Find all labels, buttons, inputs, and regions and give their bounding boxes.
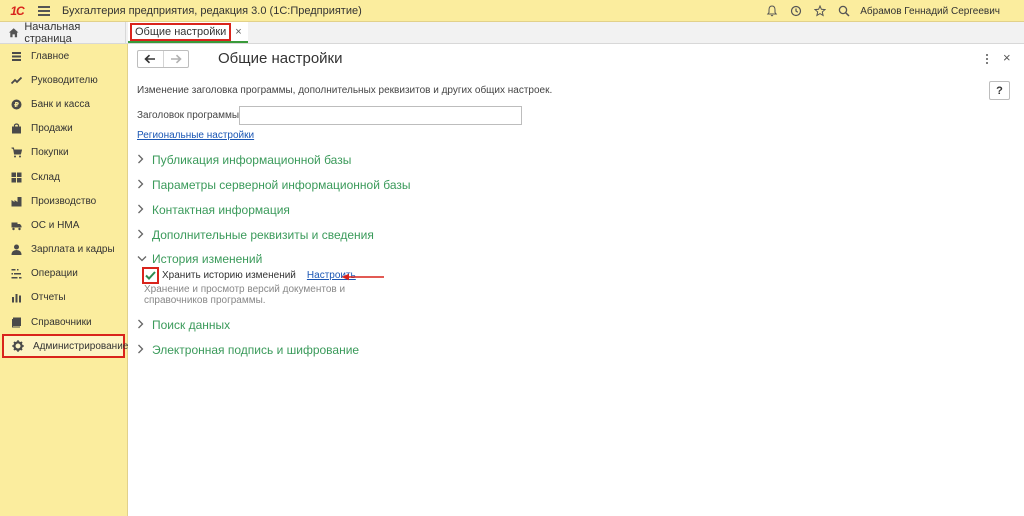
back-arrow-icon[interactable]: [138, 51, 164, 67]
home-icon: [8, 27, 19, 37]
regional-settings-link[interactable]: Региональные настройки: [137, 130, 254, 141]
svg-text:₽: ₽: [14, 101, 19, 109]
page-title: Общие настройки: [218, 50, 343, 67]
annotation-arrow-icon: [341, 273, 384, 281]
tab-home-label: Начальная страница: [24, 20, 81, 45]
form-description: Изменение заголовка программы, дополните…: [137, 85, 553, 96]
tab-home[interactable]: Начальная страница: [0, 20, 126, 45]
search-icon[interactable]: [832, 0, 856, 22]
section-digital-signature[interactable]: Электронная подпись и шифрование: [137, 343, 359, 357]
chevron-right-icon: [137, 319, 147, 332]
tab-bar: Начальная страница Общие настройки ×: [0, 20, 1024, 45]
section-additional-attributes[interactable]: Дополнительные реквизиты и сведения: [137, 228, 374, 242]
tab-general-settings-label[interactable]: Общие настройки: [130, 22, 232, 41]
sidebar-item-directories[interactable]: Справочники: [0, 310, 127, 334]
sidebar-item-reports[interactable]: Отчеты: [0, 286, 127, 310]
book-icon: [10, 316, 22, 328]
program-title-input[interactable]: [239, 106, 522, 125]
sidebar-item-main[interactable]: Главное: [0, 44, 127, 68]
person-icon: [10, 244, 22, 256]
history-checkbox-row: Хранить историю изменений Настроить: [142, 267, 356, 284]
trend-icon: [10, 74, 22, 86]
sidebar-item-warehouse[interactable]: Склад: [0, 165, 127, 189]
sidebar: Главное Руководителю ₽ Банк и касса Прод…: [0, 44, 128, 516]
sidebar-item-manager[interactable]: Руководителю: [0, 68, 127, 92]
sidebar-item-bank[interactable]: ₽ Банк и касса: [0, 92, 127, 116]
truck-icon: [10, 219, 22, 231]
chevron-right-icon: [137, 179, 147, 192]
sidebar-item-purchases[interactable]: Покупки: [0, 141, 127, 165]
sidebar-item-assets[interactable]: ОС и НМА: [0, 213, 127, 237]
section-publication[interactable]: Публикация информационной базы: [137, 153, 351, 167]
form-area: Общие настройки × ? Изменение заголовка …: [129, 44, 1024, 516]
chevron-right-icon: [137, 229, 147, 242]
bell-icon[interactable]: [760, 0, 784, 22]
close-icon[interactable]: ×: [1003, 50, 1011, 65]
sidebar-item-salary[interactable]: Зарплата и кадры: [0, 238, 127, 262]
nav-buttons: [137, 50, 189, 68]
coin-icon: ₽: [10, 98, 22, 110]
checkmark-icon: [145, 271, 156, 280]
app-title: Бухгалтерия предприятия, редакция 3.0 (1…: [62, 4, 362, 17]
store-history-label: Хранить историю изменений: [162, 270, 296, 281]
section-contact-info[interactable]: Контактная информация: [137, 203, 290, 217]
menu-icon[interactable]: [38, 5, 50, 16]
logo-1c: 1С: [10, 3, 24, 18]
tab-close-icon[interactable]: ×: [235, 26, 241, 38]
chevron-right-icon: [137, 204, 147, 217]
bar-chart-icon: [10, 292, 22, 304]
warehouse-icon: [10, 171, 22, 183]
section-change-history[interactable]: История изменений: [137, 252, 262, 266]
operations-icon: [10, 268, 22, 280]
store-history-checkbox[interactable]: [142, 267, 159, 284]
sidebar-item-sales[interactable]: Продажи: [0, 117, 127, 141]
more-vertical-icon[interactable]: [982, 52, 992, 66]
list-icon: [10, 50, 22, 62]
help-button[interactable]: ?: [989, 81, 1010, 100]
user-name[interactable]: Абрамов Геннадий Сергеевич: [860, 6, 1000, 17]
sidebar-item-production[interactable]: Производство: [0, 189, 127, 213]
title-bar: 1С Бухгалтерия предприятия, редакция 3.0…: [0, 0, 1024, 22]
star-icon[interactable]: [808, 0, 832, 22]
sidebar-item-administration[interactable]: Администрирование: [2, 334, 128, 359]
tab-general-settings[interactable]: Общие настройки ×: [128, 22, 248, 43]
program-title-label: Заголовок программы:: [137, 110, 242, 121]
factory-icon: [10, 195, 22, 207]
chevron-right-icon: [137, 344, 147, 357]
cart-icon: [10, 147, 22, 159]
bag-icon: [10, 123, 22, 135]
history-description: Хранение и просмотр версий документов и …: [144, 284, 346, 306]
gear-icon: [12, 340, 24, 353]
forward-arrow-icon[interactable]: [164, 51, 189, 67]
sidebar-item-operations[interactable]: Операции: [0, 262, 127, 286]
section-server-params[interactable]: Параметры серверной информационной базы: [137, 178, 411, 192]
section-data-search[interactable]: Поиск данных: [137, 318, 230, 332]
chevron-down-icon: [137, 253, 147, 265]
chevron-right-icon: [137, 154, 147, 167]
history-icon[interactable]: [784, 0, 808, 22]
